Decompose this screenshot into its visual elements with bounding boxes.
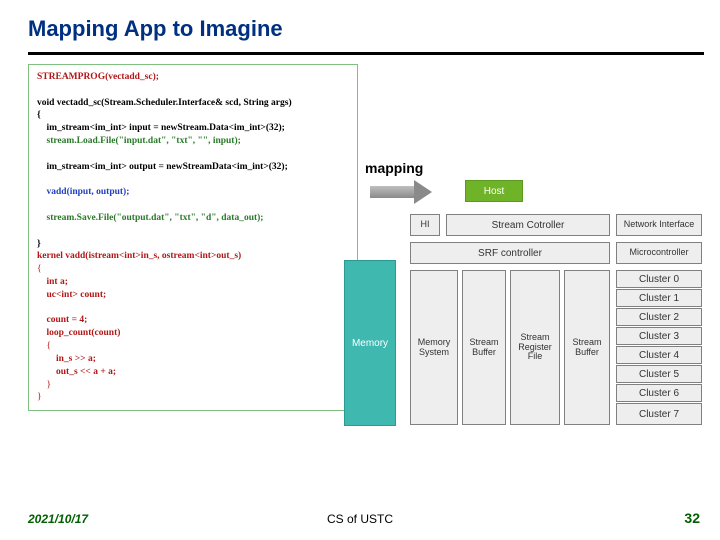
mapping-label: mapping — [365, 160, 423, 176]
code-line: uc<int> count; — [37, 289, 349, 302]
code-line: in_s >> a; — [37, 353, 349, 366]
code-line: } — [37, 391, 349, 404]
cluster-box: Cluster 7 — [616, 403, 702, 425]
code-line: vadd(input, output); — [37, 186, 349, 199]
code-line: count = 4; — [37, 314, 349, 327]
srf-controller-box: SRF controller — [410, 242, 610, 264]
network-interface-box: Network Interface — [616, 214, 702, 236]
cluster-box: Cluster 6 — [616, 384, 702, 402]
code-line: im_stream<im_int> input = newStream.Data… — [37, 122, 349, 135]
microcontroller-box: Microcontroller — [616, 242, 702, 264]
footer-page: 32 — [684, 510, 700, 526]
code-line: void vectadd_sc(Stream.Scheduler.Interfa… — [37, 97, 349, 110]
stream-controller-box: Stream Cotroller — [446, 214, 610, 236]
hi-box: HI — [410, 214, 440, 236]
code-box: STREAMPROG(vectadd_sc); void vectadd_sc(… — [28, 64, 358, 411]
code-line: int a; — [37, 276, 349, 289]
code-line: { — [37, 263, 349, 276]
code-line: kernel vadd(istream<int>in_s, ostream<in… — [37, 250, 349, 263]
title-rule — [28, 52, 704, 55]
stream-buffer-box: Stream Buffer — [462, 270, 506, 425]
memory-system-box: Memory System — [410, 270, 458, 425]
code-line: } — [37, 379, 349, 392]
cluster-box: Cluster 4 — [616, 346, 702, 364]
cluster-box: Cluster 2 — [616, 308, 702, 326]
code-line: out_s << a + a; — [37, 366, 349, 379]
code-line: im_stream<im_int> output = newStreamData… — [37, 161, 349, 174]
code-line: { — [37, 340, 349, 353]
memory-block: Memory — [344, 260, 396, 426]
cluster-box: Cluster 0 — [616, 270, 702, 288]
code-line: STREAMPROG(vectadd_sc); — [37, 71, 349, 84]
footer-center: CS of USTC — [0, 512, 720, 526]
code-line: stream.Load.File("input.dat", "txt", "",… — [37, 135, 349, 148]
code-line: } — [37, 238, 349, 251]
host-box: Host — [465, 180, 523, 202]
architecture-diagram: Host HI Stream Cotroller Network Interfa… — [410, 180, 704, 460]
stream-buffer2-box: Stream Buffer — [564, 270, 610, 425]
code-line: { — [37, 109, 349, 122]
page-title: Mapping App to Imagine — [28, 16, 283, 42]
cluster-box: Cluster 1 — [616, 289, 702, 307]
code-line: stream.Save.File("output.dat", "txt", "d… — [37, 212, 349, 225]
cluster-box: Cluster 3 — [616, 327, 702, 345]
code-line: loop_count(count) — [37, 327, 349, 340]
cluster-box: Cluster 5 — [616, 365, 702, 383]
stream-register-file-box: Stream Register File — [510, 270, 560, 425]
